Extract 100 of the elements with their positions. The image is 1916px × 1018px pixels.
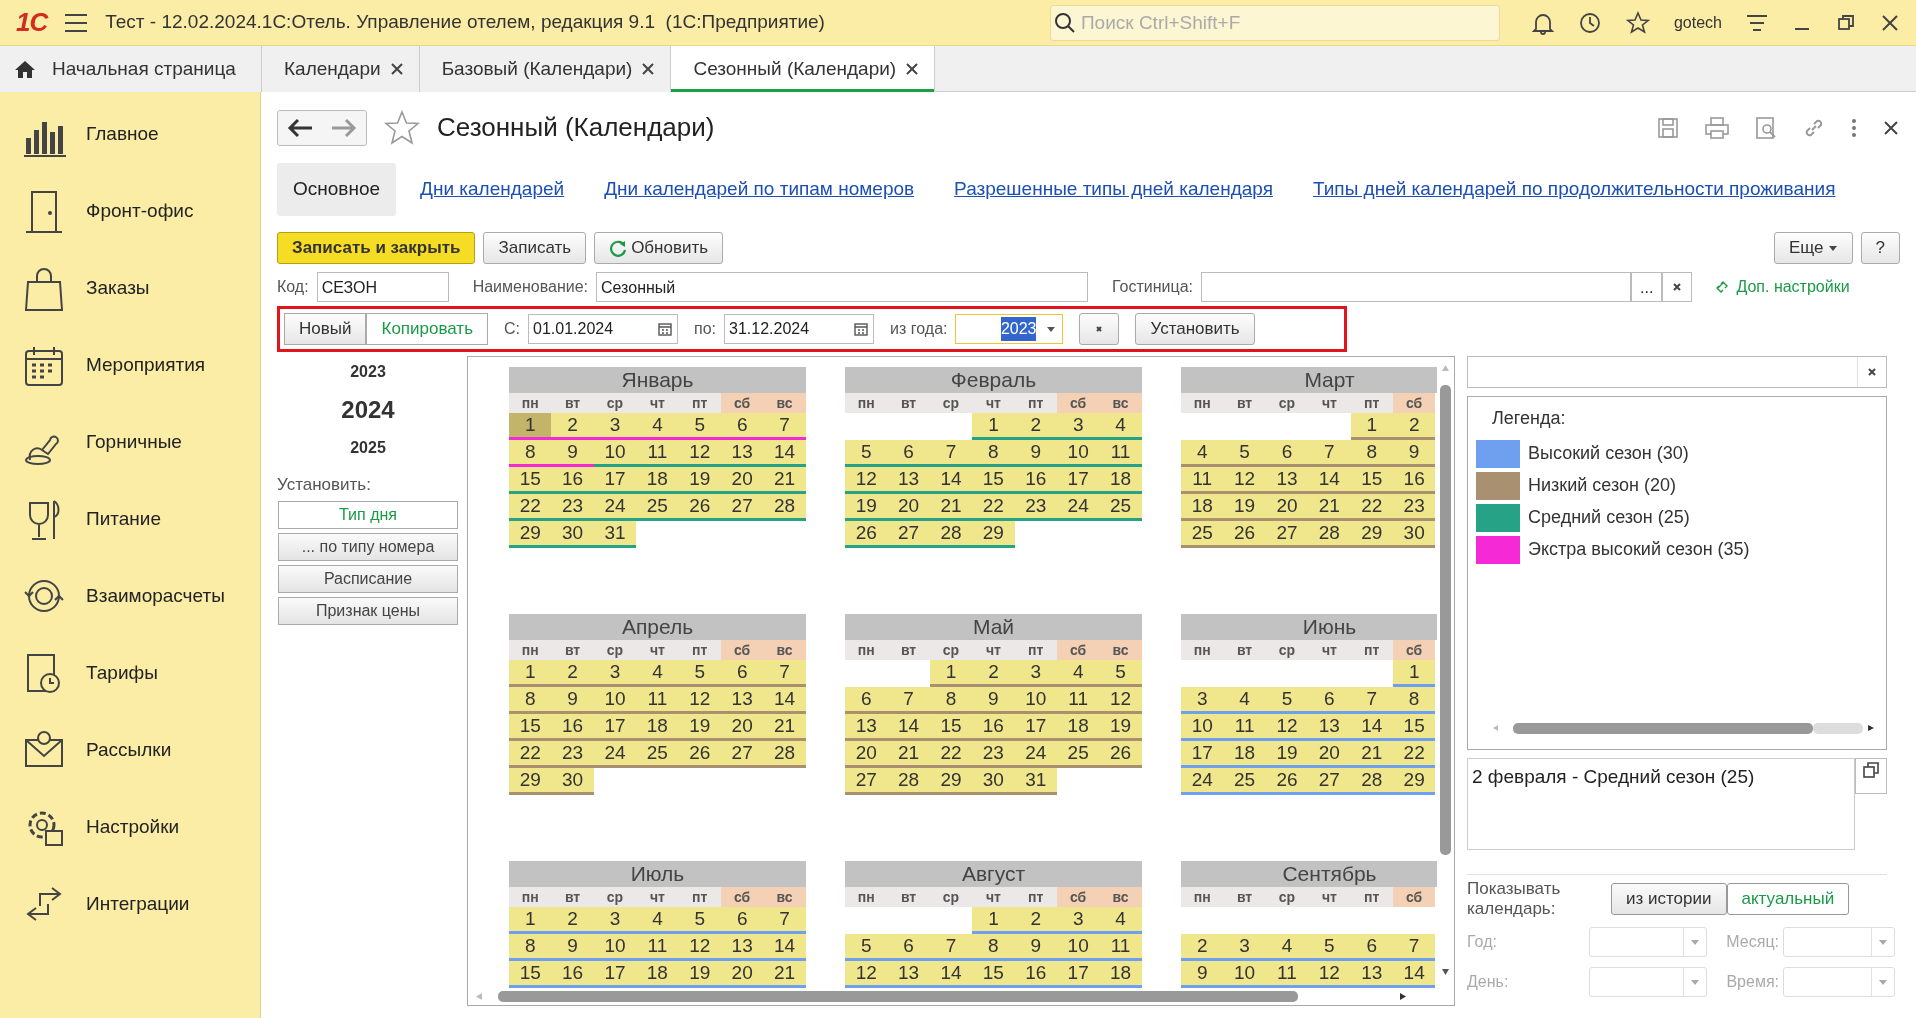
day-cell[interactable]: 26 xyxy=(1223,520,1266,548)
day-cell[interactable]: 5 xyxy=(1099,659,1142,687)
tab[interactable]: Сезонный (Календари) xyxy=(671,46,936,92)
day-cell[interactable]: 5 xyxy=(1223,439,1266,467)
day-cell[interactable]: 7 xyxy=(929,933,973,961)
toggle-option[interactable]: актуальный xyxy=(1726,882,1850,915)
day-cell[interactable]: 4 xyxy=(1265,933,1309,961)
day-cell[interactable]: 4 xyxy=(1223,686,1266,714)
day-cell[interactable]: 18 xyxy=(1223,740,1266,768)
day-cell[interactable]: 1 xyxy=(509,659,552,687)
day-cell[interactable]: 14 xyxy=(887,713,930,741)
day-cell[interactable]: 19 xyxy=(1099,713,1142,741)
day-cell[interactable]: 1 xyxy=(972,906,1015,934)
day-cell[interactable]: 29 xyxy=(972,520,1015,548)
day-cell[interactable]: 7 xyxy=(1350,686,1393,714)
day-cell[interactable]: 6 xyxy=(721,412,764,440)
save-button[interactable]: Записать xyxy=(483,231,587,264)
section-tab[interactable]: Основное xyxy=(277,163,397,216)
day-cell[interactable]: 8 xyxy=(972,933,1015,961)
day-cell[interactable]: 11 xyxy=(1181,466,1224,494)
day-cell[interactable]: 16 xyxy=(551,713,594,741)
day-cell[interactable]: 14 xyxy=(763,933,806,961)
day-cell[interactable]: 3 xyxy=(1057,412,1100,440)
bag-icon[interactable] xyxy=(22,265,66,312)
print-icon[interactable] xyxy=(1704,115,1730,140)
day-cell[interactable]: 25 xyxy=(1223,767,1266,795)
day-cell[interactable]: 25 xyxy=(636,740,679,768)
day-cell[interactable]: 1 xyxy=(509,906,552,934)
day-cell[interactable]: 1 xyxy=(1350,412,1393,440)
year-item[interactable]: 2023 xyxy=(350,359,386,384)
day-cell[interactable]: 11 xyxy=(636,439,679,467)
day-cell[interactable]: 2 xyxy=(1181,933,1224,961)
day-cell[interactable]: 16 xyxy=(551,960,594,988)
day-cell[interactable]: 4 xyxy=(1099,906,1142,934)
day-cell[interactable]: 7 xyxy=(887,686,930,714)
clear-button[interactable] xyxy=(1662,271,1693,302)
day-cell[interactable]: 11 xyxy=(636,686,679,714)
day-cell[interactable]: 22 xyxy=(509,493,552,521)
day-cell[interactable]: 1 xyxy=(972,412,1015,440)
input-field[interactable]: Сезонный xyxy=(596,271,1088,302)
section-link[interactable]: Дни календарей xyxy=(404,163,581,216)
day-cell[interactable]: 15 xyxy=(972,960,1015,988)
close-icon[interactable] xyxy=(1880,12,1900,33)
day-cell[interactable]: 28 xyxy=(763,493,806,521)
search-field[interactable]: Поиск Ctrl+Shift+F xyxy=(1049,4,1500,41)
day-cell[interactable]: 6 xyxy=(721,659,764,687)
favorite-star-icon[interactable] xyxy=(383,109,421,146)
sidebar-item[interactable]: Питание xyxy=(86,505,161,534)
save-close-button[interactable]: Записать и закрыть xyxy=(277,231,476,264)
clear-icon[interactable] xyxy=(1866,365,1878,378)
day-cell[interactable]: 19 xyxy=(1223,493,1266,521)
more-icon[interactable] xyxy=(1850,116,1858,139)
day-cell[interactable]: 4 xyxy=(636,412,679,440)
day-cell[interactable]: 12 xyxy=(845,466,888,494)
day-cell[interactable]: 8 xyxy=(509,933,552,961)
more-button[interactable]: Еще xyxy=(1773,231,1853,264)
day-cell[interactable]: 29 xyxy=(509,767,552,795)
day-cell[interactable]: 21 xyxy=(1308,493,1351,521)
day-cell[interactable]: 7 xyxy=(763,412,806,440)
tab[interactable]: Календари xyxy=(262,46,420,92)
day-cell[interactable]: 8 xyxy=(509,686,552,714)
day-cell[interactable]: 27 xyxy=(887,520,930,548)
day-cell[interactable]: 10 xyxy=(1181,713,1224,741)
day-cell[interactable]: 11 xyxy=(636,933,679,961)
day-cell[interactable]: 27 xyxy=(1308,767,1351,795)
sidebar-item[interactable]: Заказы xyxy=(86,274,150,303)
day-cell[interactable]: 18 xyxy=(636,960,679,988)
day-cell[interactable]: 21 xyxy=(887,740,930,768)
section-link[interactable]: Дни календарей по типам номеров xyxy=(588,163,931,216)
close-icon[interactable] xyxy=(640,61,657,77)
day-cell[interactable]: 13 xyxy=(1308,713,1351,741)
day-cell[interactable]: 7 xyxy=(929,439,973,467)
date-field[interactable]: 01.01.2024 xyxy=(528,313,679,344)
day-cell[interactable]: 9 xyxy=(551,933,594,961)
day-cell[interactable]: 2 xyxy=(551,906,594,934)
day-cell[interactable]: 21 xyxy=(763,466,806,494)
mode-button[interactable]: Новый xyxy=(284,312,367,345)
day-cell[interactable]: 1 xyxy=(509,412,552,440)
sidebar-item[interactable]: Фронт-офис xyxy=(86,197,194,226)
day-cell[interactable]: 21 xyxy=(763,713,806,741)
calendar-icon[interactable] xyxy=(657,320,674,337)
open-button[interactable] xyxy=(1855,757,1887,794)
day-cell[interactable]: 9 xyxy=(551,439,594,467)
close-icon[interactable] xyxy=(388,61,405,77)
day-cell[interactable]: 12 xyxy=(1099,686,1142,714)
day-cell[interactable]: 13 xyxy=(845,713,888,741)
day-cell[interactable]: 30 xyxy=(972,767,1015,795)
sidebar-item[interactable]: Главное xyxy=(86,120,159,149)
sidebar-item[interactable]: Взаиморасчеты xyxy=(86,582,225,611)
day-cell[interactable]: 23 xyxy=(972,740,1015,768)
day-cell[interactable]: 8 xyxy=(509,439,552,467)
day-cell[interactable]: 6 xyxy=(1265,439,1309,467)
set-button[interactable]: ... по типу номера xyxy=(278,533,458,561)
day-cell[interactable]: 18 xyxy=(1099,960,1142,988)
toggle-option[interactable]: из истории xyxy=(1611,882,1727,915)
day-cell[interactable]: 16 xyxy=(551,466,594,494)
day-cell[interactable]: 28 xyxy=(887,767,930,795)
day-cell[interactable]: 7 xyxy=(763,906,806,934)
day-cell[interactable]: 4 xyxy=(1181,439,1224,467)
day-cell[interactable]: 16 xyxy=(972,713,1015,741)
